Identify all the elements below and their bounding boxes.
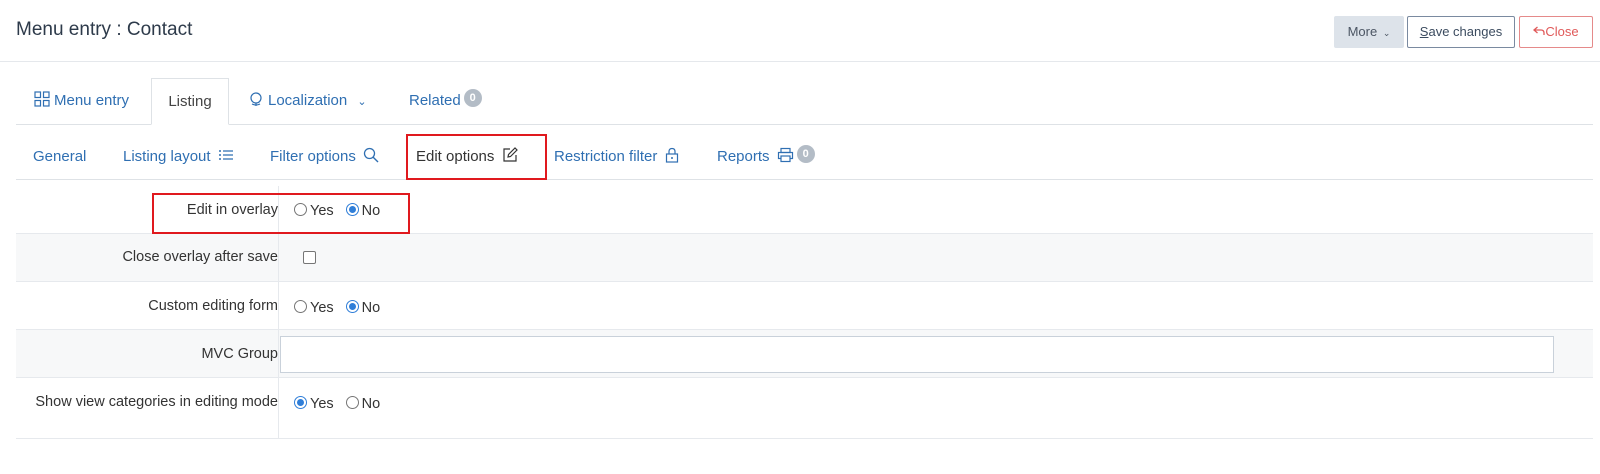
close-overlay-checkbox-wrap bbox=[303, 251, 316, 267]
tab-related[interactable]: Related 0 bbox=[409, 78, 482, 125]
count-badge: 0 bbox=[796, 145, 815, 163]
field-label: Custom editing form bbox=[148, 298, 278, 314]
column-divider bbox=[278, 186, 279, 233]
option-label: Yes bbox=[310, 203, 334, 219]
subtab-label: Filter options bbox=[270, 148, 356, 165]
option-no[interactable]: No bbox=[345, 203, 381, 219]
close-button[interactable]: Close bbox=[1519, 16, 1593, 48]
form-row-show-view-categories: Show view categories in editing mode Yes… bbox=[16, 378, 1593, 439]
more-button[interactable]: More ⌄ bbox=[1334, 16, 1404, 48]
grid-icon bbox=[34, 91, 50, 107]
close-label: Close bbox=[1545, 24, 1579, 39]
subtab-reports[interactable]: Reports 0 bbox=[717, 134, 815, 180]
tab-localization[interactable]: Localization ⌄ bbox=[249, 78, 367, 125]
column-divider bbox=[278, 330, 279, 377]
field-label: Show view categories in editing mode bbox=[35, 394, 278, 410]
column-divider bbox=[278, 378, 279, 438]
edit-in-overlay-radio-group: Yes No bbox=[294, 202, 392, 219]
option-yes[interactable]: Yes bbox=[294, 203, 334, 219]
undo-icon bbox=[1533, 26, 1546, 35]
more-label: More bbox=[1347, 24, 1378, 39]
subtab-label: Reports bbox=[717, 148, 770, 165]
option-label: No bbox=[361, 300, 381, 316]
save-label: ave changes bbox=[1428, 24, 1503, 39]
edit-icon bbox=[502, 147, 518, 162]
form-row-mvc-group: MVC Group bbox=[16, 330, 1593, 378]
column-divider bbox=[278, 234, 279, 281]
page-header: Menu entry : Contact More ⌄ Save changes… bbox=[0, 0, 1600, 62]
option-no[interactable]: No bbox=[345, 396, 381, 412]
form-row-custom-editing-form: Custom editing form Yes No bbox=[16, 282, 1593, 330]
tab-menu-entry[interactable]: Menu entry bbox=[34, 78, 129, 125]
list-icon bbox=[218, 150, 233, 160]
subtab-label: General bbox=[33, 148, 87, 165]
field-label: MVC Group bbox=[201, 346, 278, 362]
custom-editing-form-radio-group: Yes No bbox=[294, 299, 392, 316]
printer-icon bbox=[777, 147, 793, 163]
subtab-label: Listing layout bbox=[123, 148, 211, 165]
subtab-label: Edit options bbox=[416, 148, 495, 165]
radio-yes[interactable] bbox=[294, 203, 307, 216]
main-tabs: Menu entry Listing Localization ⌄ Relate… bbox=[16, 78, 1593, 125]
lock-icon bbox=[665, 147, 678, 163]
radio-no[interactable] bbox=[345, 203, 359, 216]
subtab-label: Restriction filter bbox=[554, 148, 658, 165]
search-icon bbox=[363, 147, 379, 163]
option-label: No bbox=[361, 396, 381, 412]
chevron-down-icon: ⌄ bbox=[357, 96, 367, 108]
option-label: Yes bbox=[310, 300, 334, 316]
sub-tabs: General Listing layout Filter options Ed… bbox=[16, 134, 1593, 180]
tab-label: Menu entry bbox=[54, 92, 130, 109]
save-changes-button[interactable]: Save changes bbox=[1407, 16, 1515, 48]
close-overlay-checkbox[interactable] bbox=[303, 251, 316, 264]
column-divider bbox=[278, 282, 279, 329]
subtab-listing-layout[interactable]: Listing layout bbox=[123, 134, 234, 180]
option-label: No bbox=[361, 203, 381, 219]
mvc-group-input-wrap bbox=[280, 336, 1554, 373]
option-yes[interactable]: Yes bbox=[294, 396, 334, 412]
field-label: Edit in overlay bbox=[186, 202, 278, 218]
tab-label: Related bbox=[409, 92, 461, 109]
radio-no[interactable] bbox=[345, 396, 359, 409]
subtab-general[interactable]: General bbox=[33, 134, 86, 180]
tab-label: Localization bbox=[268, 92, 348, 109]
subtab-restriction-filter[interactable]: Restriction filter bbox=[554, 134, 679, 180]
globe-icon bbox=[250, 92, 262, 106]
show-view-categories-radio-group: Yes No bbox=[294, 395, 392, 412]
chevron-down-icon: ⌄ bbox=[1382, 28, 1391, 38]
radio-yes[interactable] bbox=[294, 396, 307, 409]
subtab-filter-options[interactable]: Filter options bbox=[270, 134, 379, 180]
page-title: Menu entry : Contact bbox=[16, 19, 193, 40]
tab-label: Listing bbox=[168, 93, 212, 110]
radio-yes[interactable] bbox=[294, 300, 307, 313]
count-badge: 0 bbox=[463, 89, 482, 107]
field-label: Close overlay after save bbox=[122, 249, 278, 265]
mvc-group-input[interactable] bbox=[280, 336, 1554, 373]
option-label: Yes bbox=[310, 396, 334, 412]
subtab-edit-options[interactable]: Edit options bbox=[416, 134, 518, 180]
option-no[interactable]: No bbox=[345, 300, 381, 316]
option-yes[interactable]: Yes bbox=[294, 300, 334, 316]
form-row-close-overlay-after-save: Close overlay after save bbox=[16, 234, 1593, 282]
radio-no[interactable] bbox=[345, 300, 359, 313]
tab-listing[interactable]: Listing bbox=[151, 78, 229, 125]
form-row-edit-in-overlay: Edit in overlay Yes No bbox=[16, 186, 1593, 234]
